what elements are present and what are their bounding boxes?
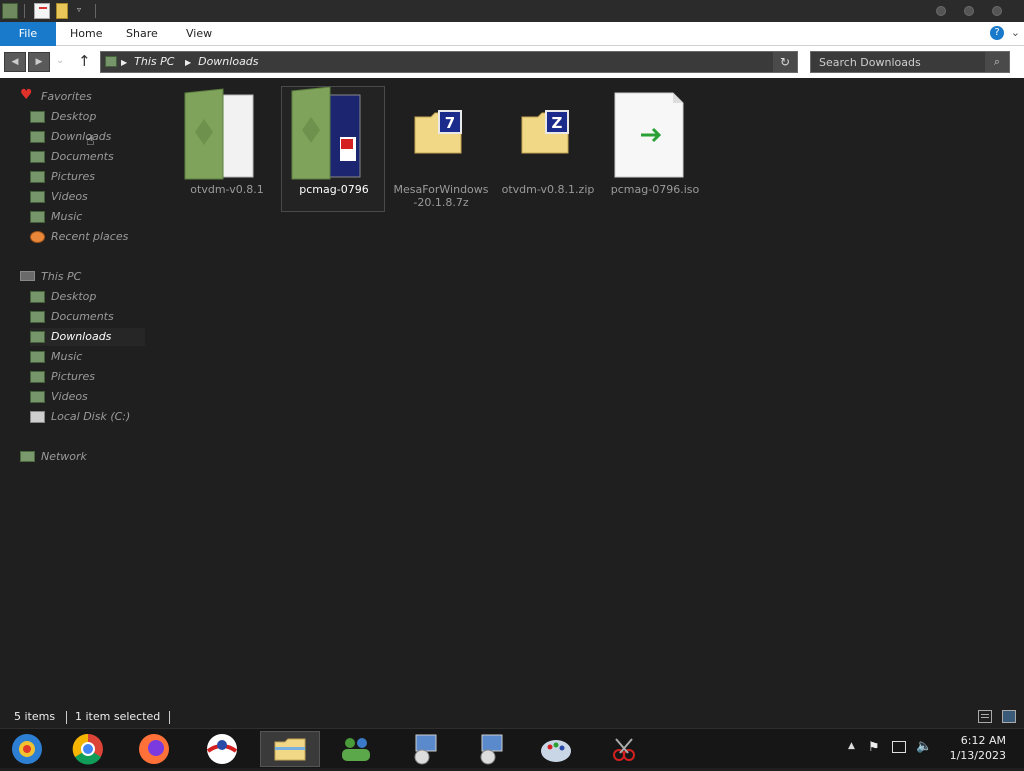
recent-places-icon: [30, 231, 45, 243]
properties-icon[interactable]: [34, 3, 50, 19]
chevron-down-icon[interactable]: ⌄: [1011, 26, 1020, 39]
svg-text:Z: Z: [552, 114, 563, 132]
search-box: ⌕: [810, 51, 1010, 73]
action-center-flag-icon[interactable]: ⚑: [868, 740, 880, 755]
heart-icon: ♥: [20, 87, 33, 103]
minimize-button[interactable]: [936, 6, 946, 16]
documents-folder-icon: [30, 151, 45, 163]
snipping-tool-icon[interactable]: [594, 731, 654, 767]
file-item[interactable]: otvdm-v0.8.1: [174, 86, 278, 212]
tab-file[interactable]: File: [0, 22, 56, 46]
pictures-folder-icon: [30, 371, 45, 383]
start-button[interactable]: [0, 731, 60, 767]
chrome-icon[interactable]: [58, 731, 118, 767]
title-separator: [24, 4, 25, 18]
videos-folder-icon: [30, 391, 45, 403]
new-folder-icon[interactable]: [56, 3, 68, 19]
customize-quick-access-icon[interactable]: ▿: [77, 5, 81, 14]
clock-date: 1/13/2023: [949, 749, 1006, 762]
item-count: 5 items: [14, 710, 56, 723]
music-folder-icon: [30, 211, 45, 223]
documents-folder-icon: [30, 311, 45, 323]
breadcrumb-this-pc[interactable]: This PC: [134, 55, 174, 68]
desktop-icon: [30, 111, 45, 123]
file-explorer-icon[interactable]: [260, 731, 320, 767]
people-app-icon[interactable]: [326, 731, 386, 767]
folder-icon: [282, 86, 386, 183]
selection-count: 1 item selected: [75, 710, 161, 723]
installer-icon[interactable]: [394, 731, 454, 767]
campaign-logo-icon[interactable]: [192, 731, 252, 767]
help-icon[interactable]: ?: [990, 26, 1004, 40]
downloads-folder-icon: [30, 331, 45, 343]
address-bar[interactable]: ▶ This PC ▶ Downloads ↻: [100, 51, 798, 73]
title-separator: [95, 4, 96, 18]
pictures-folder-icon: [30, 171, 45, 183]
clock-time: 6:12 AM: [960, 734, 1006, 747]
clock[interactable]: 6:12 AM 1/13/2023: [936, 733, 1006, 763]
breadcrumb: ▶ This PC ▶ Downloads: [121, 55, 259, 68]
volume-icon[interactable]: 🔈: [916, 739, 932, 754]
forward-button[interactable]: ▶: [28, 52, 50, 72]
close-button[interactable]: [992, 6, 1002, 16]
file-item-selected[interactable]: pcmag-0796: [281, 86, 385, 212]
status-bar: 5 items 1 item selected: [0, 706, 1024, 728]
taskbar: ▲ ⚑ 🔈 6:12 AM 1/13/2023: [0, 728, 1024, 768]
hand-cursor-icon: ☝: [86, 133, 95, 149]
folder-icon: [175, 87, 279, 183]
folder-app-icon[interactable]: [2, 3, 18, 19]
title-bar: ▿: [0, 0, 1024, 22]
search-icon[interactable]: ⌕: [985, 52, 1009, 72]
tab-home[interactable]: Home: [64, 22, 108, 46]
breadcrumb-downloads[interactable]: Downloads: [198, 55, 258, 68]
back-button[interactable]: ◀: [4, 52, 26, 72]
recent-locations-icon[interactable]: ⌄: [56, 55, 64, 66]
paint-icon[interactable]: [526, 731, 586, 767]
sidebar-item-pc-downloads[interactable]: Downloads: [30, 328, 145, 346]
refresh-button[interactable]: ↻: [773, 52, 797, 72]
firefox-icon[interactable]: [124, 731, 184, 767]
this-pc-icon: [105, 56, 117, 67]
tab-share[interactable]: Share: [120, 22, 164, 46]
status-separator: [66, 711, 67, 724]
file-item[interactable]: Z otvdm-v0.8.1.zip: [495, 86, 599, 212]
videos-folder-icon: [30, 191, 45, 203]
file-item[interactable]: pcmag-0796.iso: [602, 86, 706, 212]
downloads-folder-icon: [30, 131, 45, 143]
file-item[interactable]: 7 MesaForWindows-20.1.8.7z: [388, 86, 492, 212]
iso-file-icon: [603, 87, 707, 183]
show-hidden-icons-icon[interactable]: ▲: [848, 741, 855, 751]
music-folder-icon: [30, 351, 45, 363]
details-view-icon[interactable]: [978, 710, 992, 723]
installer-icon[interactable]: [460, 731, 520, 767]
tab-view[interactable]: View: [180, 22, 218, 46]
desktop-icon: [30, 291, 45, 303]
large-icons-view-icon[interactable]: [1002, 710, 1016, 723]
zip-archive-icon: Z: [496, 87, 600, 183]
drive-icon: [30, 411, 45, 423]
svg-text:7: 7: [445, 114, 455, 132]
ribbon: File Home Share View ⌄ ?: [0, 22, 1024, 46]
status-separator: [169, 711, 170, 724]
7z-archive-icon: 7: [389, 87, 493, 183]
network-status-icon[interactable]: [892, 741, 906, 753]
maximize-button[interactable]: [964, 6, 974, 16]
up-arrow-icon[interactable]: ↑: [78, 52, 91, 70]
search-input[interactable]: [811, 52, 985, 72]
computer-icon: [20, 271, 35, 281]
network-icon: [20, 451, 35, 462]
